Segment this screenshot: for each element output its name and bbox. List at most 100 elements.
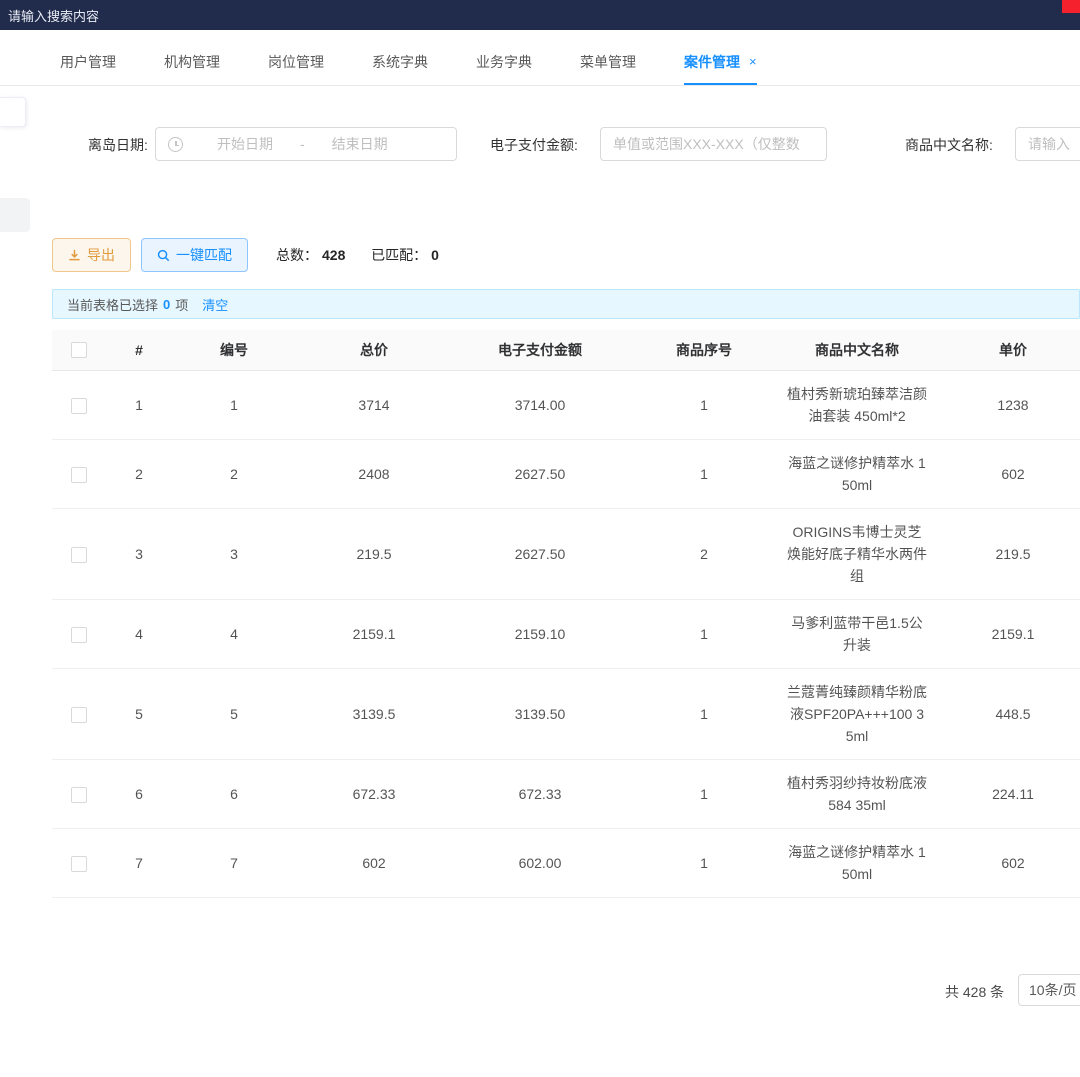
side-widget: [0, 198, 30, 232]
cell-unit-price: 602: [934, 439, 1080, 508]
cell-product-name: 海蓝之谜修护精萃水 150ml: [780, 439, 934, 508]
cell-unit-price: 602: [934, 828, 1080, 897]
cell-product-seq: 2: [628, 508, 780, 599]
date-separator: -: [300, 136, 305, 152]
toolbar: 导出 一键匹配 总数：428 已匹配：0: [52, 238, 1052, 272]
cell-index: 6: [106, 759, 172, 828]
cell-product-name: 海蓝之谜修护精萃水 150ml: [780, 828, 934, 897]
table-row[interactable]: 8 8 1399.45 1399.45 1 卡诗菁纯亮泽经典香氛 459.45: [52, 897, 1080, 905]
cell-epay-amount: 1399.45: [452, 897, 628, 905]
cell-unit-price: 459.45: [934, 897, 1080, 905]
product-name-input[interactable]: 请输入: [1015, 127, 1080, 161]
col-header-epay: 电子支付金额: [452, 330, 628, 370]
col-header-seq: 商品序号: [628, 330, 780, 370]
tab-system-dict[interactable]: 系统字典: [372, 40, 428, 85]
cell-code: 2: [172, 439, 296, 508]
select-all-checkbox[interactable]: [71, 342, 87, 358]
total-label: 总数：: [276, 247, 318, 263]
cell-product-seq: 1: [628, 897, 780, 905]
cell-product-name: 植村秀新琥珀臻萃洁颜油套装 450ml*2: [780, 370, 934, 439]
cell-product-name: 植村秀羽纱持妆粉底液 584 35ml: [780, 759, 934, 828]
table-row[interactable]: 3 3 219.5 2627.50 2 ORIGINS韦博士灵芝焕能好底子精华水…: [52, 508, 1080, 599]
cell-unit-price: 2159.1: [934, 599, 1080, 668]
row-checkbox[interactable]: [71, 787, 87, 803]
table-row[interactable]: 7 7 602 602.00 1 海蓝之谜修护精萃水 150ml 602: [52, 828, 1080, 897]
clock-icon: [168, 137, 183, 152]
cell-epay-amount: 602.00: [452, 828, 628, 897]
cell-total-price: 2408: [296, 439, 452, 508]
tab-post-mgmt[interactable]: 岗位管理: [268, 40, 324, 85]
matched-count: 0: [431, 247, 439, 263]
cell-epay-amount: 2159.10: [452, 599, 628, 668]
page-size-select[interactable]: 10条/页: [1018, 974, 1080, 1006]
totals-summary: 总数：428 已匹配：0: [276, 245, 445, 265]
cell-epay-amount: 2627.50: [452, 439, 628, 508]
one-key-match-button[interactable]: 一键匹配: [141, 238, 248, 272]
cell-total-price: 672.33: [296, 759, 452, 828]
tab-org-mgmt[interactable]: 机构管理: [164, 40, 220, 85]
table-row[interactable]: 6 6 672.33 672.33 1 植村秀羽纱持妆粉底液 584 35ml …: [52, 759, 1080, 828]
cell-product-seq: 1: [628, 439, 780, 508]
cell-index: 7: [106, 828, 172, 897]
cell-epay-amount: 3714.00: [452, 370, 628, 439]
tab-user-mgmt[interactable]: 用户管理: [60, 40, 116, 85]
date-end-placeholder: 结束日期: [332, 134, 388, 154]
pagination-total: 共 428 条: [945, 982, 1004, 1002]
notification-badge: [1062, 0, 1080, 13]
cell-index: 8: [106, 897, 172, 905]
search-icon: [157, 249, 170, 262]
clear-selection-link[interactable]: 清空: [202, 295, 228, 314]
cell-total-price: 219.5: [296, 508, 452, 599]
table-row[interactable]: 2 2 2408 2627.50 1 海蓝之谜修护精萃水 150ml 602: [52, 439, 1080, 508]
cell-total-price: 2159.1: [296, 599, 452, 668]
close-icon[interactable]: ×: [749, 54, 757, 69]
cell-total-price: 602: [296, 828, 452, 897]
total-count: 428: [322, 247, 345, 263]
cell-unit-price: 1238: [934, 370, 1080, 439]
tab-menu-mgmt[interactable]: 菜单管理: [580, 40, 636, 85]
cell-code: 6: [172, 759, 296, 828]
pagination: 共 428 条 10条/页: [0, 974, 1080, 1008]
global-search-input[interactable]: 请输入搜索内容: [8, 6, 99, 25]
cell-unit-price: 224.11: [934, 759, 1080, 828]
cell-code: 4: [172, 599, 296, 668]
table-row[interactable]: 4 4 2159.1 2159.10 1 马爹利蓝带干邑1.5公升装 2159.…: [52, 599, 1080, 668]
cell-product-seq: 1: [628, 599, 780, 668]
cell-epay-amount: 2627.50: [452, 508, 628, 599]
data-table: # 编号 总价 电子支付金额 商品序号 商品中文名称 单价 1 1 3 7 1 4 3…: [52, 330, 1080, 905]
row-checkbox[interactable]: [71, 856, 87, 872]
selection-prefix: 当前表格已选择: [67, 295, 158, 314]
cell-code: 8: [172, 897, 296, 905]
cell-total-price: 3139.5: [296, 668, 452, 759]
amount-filter-label: 电子支付金额:: [490, 135, 578, 155]
cell-product-name: 兰蔻菁纯臻颜精华粉底液SPF20PA+++100 35ml: [780, 668, 934, 759]
col-header-name: 商品中文名称: [780, 330, 934, 370]
table-body: 1 1 3 7 1 4 3714.00 1 植村秀新琥珀臻萃洁颜油套装 450ml*2…: [52, 370, 1080, 905]
row-checkbox[interactable]: [71, 707, 87, 723]
table-row[interactable]: 1 1 3714 3714.00 1 植村秀新琥珀臻萃洁颜油套装 450ml*2…: [52, 370, 1080, 439]
date-filter-label: 离岛日期:: [88, 135, 148, 155]
col-header-total: 总价: [296, 330, 452, 370]
cell-code: 5: [172, 668, 296, 759]
topbar: 请输入搜索内容: [0, 0, 1080, 30]
col-header-code: 编号: [172, 330, 296, 370]
row-checkbox[interactable]: [71, 627, 87, 643]
tab-case-mgmt[interactable]: 案件管理 ×: [684, 40, 757, 85]
row-checkbox[interactable]: [71, 467, 87, 483]
row-checkbox[interactable]: [71, 398, 87, 414]
cell-product-seq: 1: [628, 370, 780, 439]
amount-input[interactable]: 单值或范围XXX-XXX（仅整数: [600, 127, 827, 161]
cell-unit-price: 219.5: [934, 508, 1080, 599]
export-button[interactable]: 导出: [52, 238, 131, 272]
row-checkbox[interactable]: [71, 547, 87, 563]
selection-alert: 当前表格已选择 0 项 清空: [52, 289, 1080, 319]
table-row[interactable]: 5 5 3139.5 3139.50 1 兰蔻菁纯臻颜精华粉底液SPF20PA+…: [52, 668, 1080, 759]
selection-suffix: 项: [175, 295, 188, 314]
cell-product-name: ORIGINS韦博士灵芝焕能好底子精华水两件组: [780, 508, 934, 599]
tab-business-dict[interactable]: 业务字典: [476, 40, 532, 85]
date-range-picker[interactable]: 开始日期 - 结束日期: [155, 127, 457, 161]
panel-collapse-handle[interactable]: [0, 97, 26, 127]
cell-code: 3: [172, 508, 296, 599]
cell-index: 3: [106, 508, 172, 599]
table-header-row: # 编号 总价 电子支付金额 商品序号 商品中文名称 单价: [52, 330, 1080, 370]
